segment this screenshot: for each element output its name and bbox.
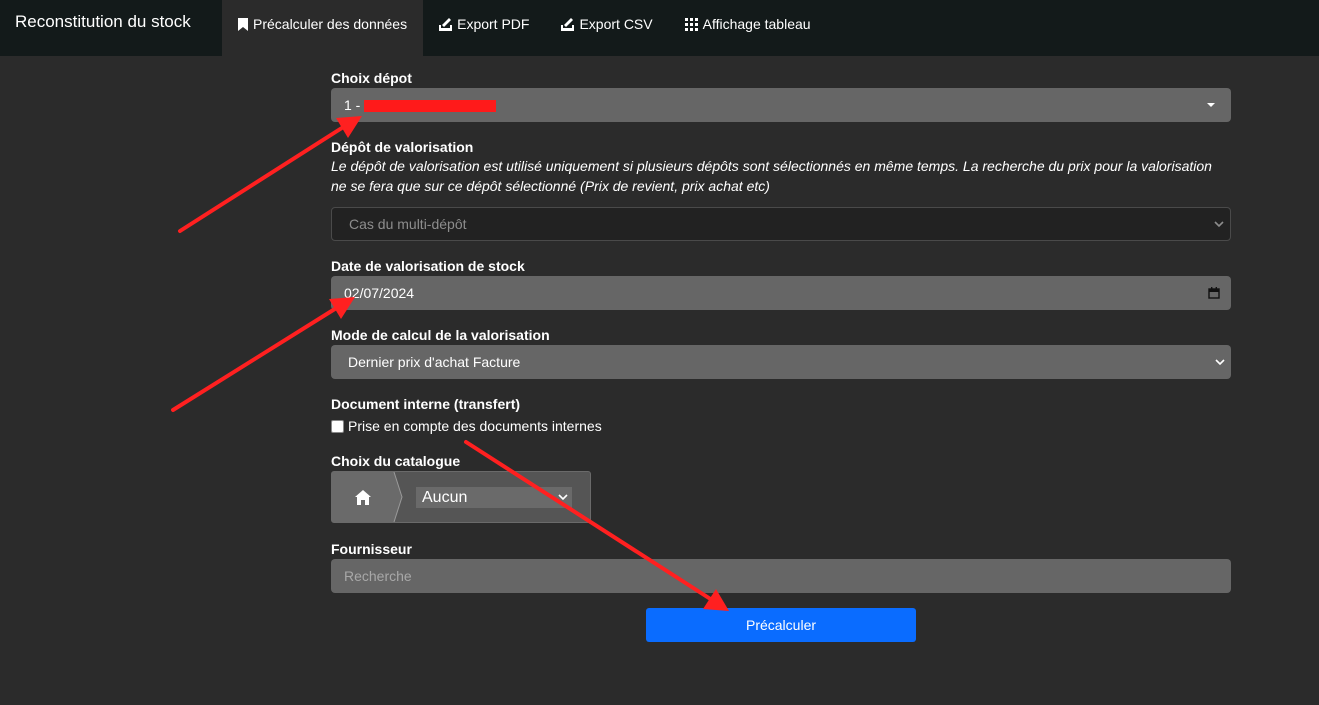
valorisation-help-text: Le dépôt de valorisation est utilisé uni… (331, 158, 1212, 194)
mode-value: Dernier prix d'achat Facture (348, 354, 521, 370)
redaction-mark (364, 100, 497, 113)
tab-table-view-label: Affichage tableau (702, 16, 811, 32)
export-icon (561, 17, 575, 31)
mode-select[interactable]: Dernier prix d'achat Facture (331, 345, 1231, 379)
catalogue-breadcrumb: Aucun (331, 471, 591, 523)
tab-export-csv[interactable]: Export CSV (545, 0, 668, 56)
catalogue-value: Aucun (422, 488, 468, 506)
internal-doc-label: Document interne (transfert) (331, 396, 521, 412)
annotation-arrow (171, 297, 355, 412)
depot-value: 1 - (344, 97, 361, 113)
chevron-down-icon (1215, 358, 1225, 366)
tab-export-pdf-label: Export PDF (457, 16, 530, 32)
catalogue-select[interactable]: Aucun (416, 487, 572, 508)
supplier-placeholder: Recherche (344, 568, 412, 584)
caret-down-icon (1207, 103, 1215, 107)
breadcrumb-separator-icon (390, 472, 403, 522)
internal-doc-row: Prise en compte des documents internes (331, 418, 602, 434)
date-label: Date de valorisation de stock (331, 258, 525, 274)
valorisation-depot-select[interactable]: Cas du multi-dépôt (331, 207, 1231, 241)
calendar-icon (1208, 287, 1220, 299)
tab-precalculate-label: Précalculer des données (253, 16, 408, 32)
catalogue-label: Choix du catalogue (331, 453, 461, 469)
top-navigation-bar: Reconstitution du stock Précalculer des … (0, 0, 1319, 56)
tab-export-csv-label: Export CSV (579, 16, 653, 32)
chevron-down-icon (1214, 220, 1224, 228)
tab-table-view[interactable]: Affichage tableau (669, 0, 827, 56)
mode-label: Mode de calcul de la valorisation (331, 327, 550, 343)
tab-export-pdf[interactable]: Export PDF (423, 0, 545, 56)
tab-precalculate[interactable]: Précalculer des données (222, 0, 424, 56)
valorisation-depot-value: Cas du multi-dépôt (349, 216, 467, 232)
supplier-label: Fournisseur (331, 541, 412, 557)
date-input[interactable]: 02/07/2024 (331, 276, 1231, 310)
valorisation-depot-label: Dépôt de valorisation (331, 139, 474, 155)
app-title: Reconstitution du stock (15, 12, 191, 31)
precalculate-button-label: Précalculer (745, 617, 817, 633)
bookmark-icon (238, 17, 248, 31)
internal-doc-checkbox-label: Prise en compte des documents internes (348, 418, 602, 434)
export-icon (439, 17, 453, 31)
catalogue-home-button[interactable] (332, 472, 394, 522)
date-value: 02/07/2024 (344, 285, 415, 301)
home-icon (355, 489, 371, 505)
grid-icon (684, 17, 698, 31)
internal-doc-checkbox[interactable] (331, 419, 344, 433)
precalculate-button[interactable]: Précalculer (646, 608, 916, 642)
supplier-search-input[interactable]: Recherche (331, 559, 1231, 593)
depot-select[interactable]: 1 - (331, 88, 1231, 122)
chevron-down-icon (558, 494, 568, 501)
depot-label: Choix dépot (331, 70, 412, 86)
